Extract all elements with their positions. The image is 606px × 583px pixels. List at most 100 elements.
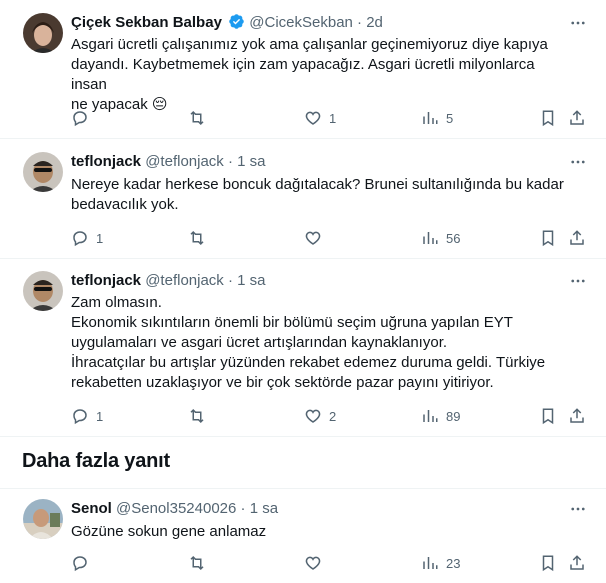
timestamp[interactable]: 1 sa xyxy=(250,500,278,517)
views-icon xyxy=(421,554,439,572)
tweet-text: Gözüne sokun gene anlamaz xyxy=(71,522,571,542)
dot-separator: · xyxy=(240,500,250,517)
bookmark-button[interactable] xyxy=(539,553,557,573)
tweet-header: teflonjack @teflonjack · 1 sa xyxy=(71,272,266,289)
avatar[interactable] xyxy=(23,271,63,311)
like-icon xyxy=(304,229,322,247)
avatar[interactable] xyxy=(23,499,63,539)
more-icon[interactable] xyxy=(568,499,588,519)
author-handle[interactable]: @Senol35240026 xyxy=(116,500,236,517)
views-button[interactable]: 23 xyxy=(421,553,460,573)
repost-icon xyxy=(188,229,206,247)
tweet-text-line: Asgari ücretli çalışanımız yok ama çalış… xyxy=(71,36,548,53)
tweet-header: teflonjack @teflonjack · 1 sa xyxy=(71,153,266,170)
more-icon[interactable] xyxy=(568,271,588,291)
reply-icon xyxy=(71,554,89,572)
avatar[interactable] xyxy=(23,152,63,192)
bookmark-icon xyxy=(539,229,557,247)
reply-button[interactable] xyxy=(71,108,96,128)
author-name[interactable]: Senol xyxy=(71,500,112,517)
repost-button[interactable] xyxy=(188,553,213,573)
tweet[interactable]: teflonjack @teflonjack · 1 sa Zam olması… xyxy=(0,258,606,437)
tweet-actions: 1 5 xyxy=(0,108,606,128)
reply-icon xyxy=(71,407,89,425)
like-icon xyxy=(304,407,322,425)
bookmark-icon xyxy=(539,407,557,425)
more-replies-heading: Daha fazla yanıt xyxy=(22,450,170,472)
repost-icon xyxy=(188,407,206,425)
tweet[interactable]: Senol @Senol35240026 · 1 sa Gözüne sokun… xyxy=(0,488,606,583)
author-name[interactable]: teflonjack xyxy=(71,272,141,289)
dot-separator: · xyxy=(357,14,367,31)
views-button[interactable]: 56 xyxy=(421,228,460,248)
bookmark-button[interactable] xyxy=(539,406,557,426)
views-button[interactable]: 89 xyxy=(421,406,460,426)
views-count: 23 xyxy=(446,555,461,571)
share-icon xyxy=(568,229,586,247)
dot-separator: · xyxy=(227,153,238,170)
views-icon xyxy=(421,407,439,425)
views-icon xyxy=(421,109,439,127)
repost-button[interactable] xyxy=(188,108,213,128)
like-count: 2 xyxy=(329,408,337,424)
repost-button[interactable] xyxy=(188,228,213,248)
repost-button[interactable] xyxy=(188,406,213,426)
reply-icon xyxy=(71,109,89,127)
reply-button[interactable] xyxy=(71,553,96,573)
tweet-text-line: Zam olmasın. xyxy=(71,294,162,311)
like-button[interactable]: 2 xyxy=(304,406,336,426)
author-handle[interactable]: @teflonjack xyxy=(145,272,224,289)
tweet-text-line: uygulamaları ve asgari ücret artışlarınd… xyxy=(71,334,448,351)
author-name[interactable]: Çiçek Sekban Balbay xyxy=(71,14,222,31)
bookmark-button[interactable] xyxy=(539,108,557,128)
verified-badge-icon xyxy=(228,13,245,34)
share-button[interactable] xyxy=(568,108,586,128)
tweet-text-line: Gözüne sokun gene anlamaz xyxy=(71,523,267,540)
views-count: 56 xyxy=(446,230,461,246)
author-handle[interactable]: @teflonjack xyxy=(145,153,224,170)
tweet-actions: 1 2 89 xyxy=(0,406,606,426)
timestamp[interactable]: 2d xyxy=(366,14,383,31)
tweet-header: Senol @Senol35240026 · 1 sa xyxy=(71,500,278,517)
tweet-actions: 23 xyxy=(0,553,606,573)
more-icon[interactable] xyxy=(568,152,588,172)
tweet-actions: 1 56 xyxy=(0,228,606,248)
like-button[interactable] xyxy=(304,228,329,248)
views-button[interactable]: 5 xyxy=(421,108,453,128)
reply-button[interactable]: 1 xyxy=(71,228,103,248)
share-icon xyxy=(568,407,586,425)
more-icon[interactable] xyxy=(568,13,588,33)
repost-icon xyxy=(188,109,206,127)
tweet-text: Asgari ücretli çalışanımız yok ama çalış… xyxy=(71,35,571,115)
avatar[interactable] xyxy=(23,13,63,53)
share-icon xyxy=(568,554,586,572)
share-icon xyxy=(568,109,586,127)
tweet-text: Nereye kadar herkese boncuk dağıtalacak?… xyxy=(71,175,571,215)
reply-count: 1 xyxy=(96,230,104,246)
tweet-text-line: bedavacılık yok. xyxy=(71,196,179,213)
like-count: 1 xyxy=(329,110,337,126)
like-icon xyxy=(304,554,322,572)
timestamp[interactable]: 1 sa xyxy=(237,272,265,289)
author-handle[interactable]: @CicekSekban xyxy=(249,14,353,31)
tweet-text: Zam olmasın. Ekonomik sıkıntıların öneml… xyxy=(71,293,571,393)
like-button[interactable] xyxy=(304,553,329,573)
author-name[interactable]: teflonjack xyxy=(71,153,141,170)
bookmark-button[interactable] xyxy=(539,228,557,248)
share-button[interactable] xyxy=(568,553,586,573)
tweet[interactable]: teflonjack @teflonjack · 1 sa Nereye kad… xyxy=(0,138,606,259)
like-button[interactable]: 1 xyxy=(304,108,336,128)
tweet[interactable]: Çiçek Sekban Balbay @CicekSekban · 2d As… xyxy=(0,0,606,139)
share-button[interactable] xyxy=(568,228,586,248)
timestamp[interactable]: 1 sa xyxy=(237,153,265,170)
repost-icon xyxy=(188,554,206,572)
tweet-header: Çiçek Sekban Balbay @CicekSekban · 2d xyxy=(71,13,383,34)
bookmark-icon xyxy=(539,109,557,127)
views-count: 89 xyxy=(446,408,461,424)
reply-icon xyxy=(71,229,89,247)
reply-count: 1 xyxy=(96,408,104,424)
tweet-text-line: Ekonomik sıkıntıların önemli bir bölümü … xyxy=(71,314,513,331)
dot-separator: · xyxy=(227,272,238,289)
reply-button[interactable]: 1 xyxy=(71,406,103,426)
share-button[interactable] xyxy=(568,406,586,426)
